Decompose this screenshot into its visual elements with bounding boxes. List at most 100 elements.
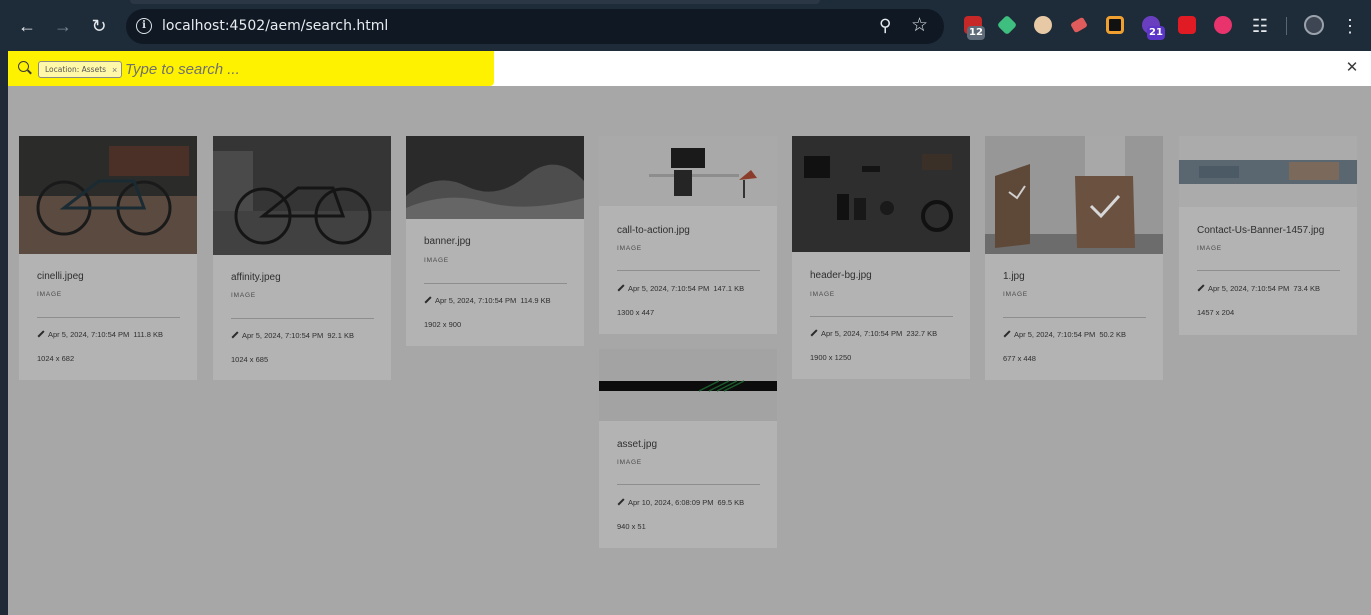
- asset-card[interactable]: 1.jpg IMAGE Apr 5, 2024, 7:10:54 PM 50.2…: [985, 136, 1163, 380]
- card-divider: [424, 283, 567, 284]
- rocks-image: [406, 136, 584, 219]
- ext-pink-icon[interactable]: [1214, 16, 1232, 34]
- asset-type: IMAGE: [424, 257, 449, 264]
- asset-meta: Apr 5, 2024, 7:10:54 PM 111.8 KB: [37, 330, 163, 339]
- pencil-icon: [617, 285, 624, 292]
- asset-title: asset.jpg: [617, 439, 658, 450]
- forward-arrow-icon[interactable]: →: [51, 14, 75, 38]
- asset-card[interactable]: banner.jpg IMAGE Apr 5, 2024, 7:10:54 PM…: [406, 136, 584, 346]
- office-desk-image: [599, 136, 777, 206]
- modified-date: Apr 5, 2024, 7:10:54 PM: [821, 329, 903, 338]
- asset-thumbnail: [213, 136, 391, 255]
- card-divider: [231, 318, 374, 319]
- asset-thumbnail: [406, 136, 584, 219]
- modified-date: Apr 5, 2024, 7:10:54 PM: [435, 296, 517, 305]
- ext-red-badge: 12: [967, 26, 985, 40]
- asset-card[interactable]: call-to-action.jpg IMAGE Apr 5, 2024, 7:…: [599, 136, 777, 334]
- card-divider: [37, 317, 180, 318]
- modified-date: Apr 5, 2024, 7:10:54 PM: [628, 284, 710, 293]
- asset-title: Contact-Us-Banner-1457.jpg: [1197, 225, 1325, 236]
- url-text[interactable]: localhost:4502/aem/search.html: [162, 18, 388, 34]
- asset-meta: Apr 5, 2024, 7:10:54 PM 147.1 KB: [617, 284, 744, 293]
- asset-dimensions: 1024 x 685: [231, 355, 269, 364]
- asset-meta: Apr 5, 2024, 7:10:54 PM 92.1 KB: [231, 331, 354, 340]
- asset-dimensions: 677 x 448: [1003, 354, 1036, 363]
- omnisearch-bar: Location: Assets × ✕: [8, 51, 1371, 86]
- ext-green-diamond-icon[interactable]: [996, 14, 1018, 36]
- reload-icon[interactable]: ↻: [87, 14, 111, 38]
- asset-type: IMAGE: [617, 459, 642, 466]
- contact-banner-image: [1179, 136, 1357, 207]
- back-arrow-icon[interactable]: ←: [15, 14, 39, 38]
- pencil-icon: [424, 297, 431, 304]
- file-size: 111.8 KB: [133, 330, 164, 339]
- file-size: 147.1 KB: [713, 284, 745, 293]
- modified-date: Apr 10, 2024, 6:08:09 PM: [628, 498, 714, 507]
- asset-thumbnail: [19, 136, 197, 254]
- pencil-icon: [810, 330, 817, 337]
- bicycle-image: [213, 136, 391, 255]
- adobe-icon[interactable]: [1178, 16, 1196, 34]
- asset-meta: Apr 10, 2024, 6:08:09 PM 69.5 KB: [617, 498, 744, 507]
- file-size: 50.2 KB: [1099, 330, 1126, 339]
- flatlay-items-image: [792, 136, 970, 252]
- asset-card[interactable]: cinelli.jpeg IMAGE Apr 5, 2024, 7:10:54 …: [19, 136, 197, 380]
- file-size: 232.7 KB: [906, 329, 938, 338]
- zoom-icon[interactable]: ⚲: [879, 16, 891, 36]
- pencil-icon: [617, 499, 624, 506]
- asset-type: IMAGE: [1003, 291, 1028, 298]
- site-info-icon[interactable]: i: [136, 18, 152, 34]
- profile-avatar-icon[interactable]: [1304, 15, 1324, 35]
- card-divider: [617, 484, 760, 485]
- asset-card[interactable]: affinity.jpeg IMAGE Apr 5, 2024, 7:10:54…: [213, 136, 391, 380]
- asset-type: IMAGE: [810, 291, 835, 298]
- search-input[interactable]: [125, 59, 475, 79]
- asset-dimensions: 1902 x 900: [424, 320, 462, 329]
- search-icon: [18, 61, 29, 72]
- ext-eraser-icon[interactable]: [1070, 16, 1088, 34]
- asset-title: 1.jpg: [1003, 271, 1025, 282]
- address-bar[interactable]: i localhost:4502/aem/search.html ⚲ ☆: [126, 9, 944, 44]
- bicycle-image: [19, 136, 197, 254]
- asset-title: cinelli.jpeg: [37, 271, 84, 282]
- modified-date: Apr 5, 2024, 7:10:54 PM: [1208, 284, 1290, 293]
- asset-dimensions: 940 x 51: [617, 522, 646, 531]
- asset-meta: Apr 5, 2024, 7:10:54 PM 232.7 KB: [810, 329, 937, 338]
- card-divider: [617, 270, 760, 271]
- asset-card[interactable]: Contact-Us-Banner-1457.jpg IMAGE Apr 5, …: [1179, 136, 1357, 335]
- asset-type: IMAGE: [231, 292, 256, 299]
- aem-search-page: Location: Assets × ✕ cinelli.jpeg IMAGE: [8, 51, 1371, 615]
- pencil-icon: [231, 332, 238, 339]
- asset-card[interactable]: header-bg.jpg IMAGE Apr 5, 2024, 7:10:54…: [792, 136, 970, 379]
- results-overlay: cinelli.jpeg IMAGE Apr 5, 2024, 7:10:54 …: [8, 86, 1371, 615]
- asset-title: call-to-action.jpg: [617, 225, 690, 236]
- ext-orange-ring-icon[interactable]: [1106, 16, 1124, 34]
- browser-toolbar: ← → ↻ i localhost:4502/aem/search.html ⚲…: [0, 0, 1371, 51]
- location-filter-tag[interactable]: Location: Assets ×: [38, 61, 123, 78]
- asset-thumbnail: [792, 136, 970, 252]
- remove-tag-icon[interactable]: ×: [112, 65, 117, 75]
- asset-thumbnail: [985, 136, 1163, 254]
- asset-thumbnail: [599, 349, 777, 421]
- asset-thumbnail: [1179, 136, 1357, 207]
- file-size: 73.4 KB: [1293, 284, 1320, 293]
- file-size: 69.5 KB: [717, 498, 745, 507]
- wooden-clocks-image: [985, 136, 1163, 254]
- asset-dimensions: 1457 x 204: [1197, 308, 1235, 317]
- close-search-icon[interactable]: ✕: [1344, 59, 1360, 77]
- extensions-puzzle-icon[interactable]: ☷: [1248, 14, 1272, 38]
- asset-type: IMAGE: [37, 291, 62, 298]
- toolbar-divider: [1286, 17, 1287, 35]
- asset-meta: Apr 5, 2024, 7:10:54 PM 114.9 KB: [424, 296, 551, 305]
- asset-dimensions: 1024 x 682: [37, 354, 75, 363]
- asset-card[interactable]: asset.jpg IMAGE Apr 10, 2024, 6:08:09 PM…: [599, 349, 777, 548]
- bookmark-star-icon[interactable]: ☆: [911, 14, 928, 37]
- card-divider: [1003, 317, 1146, 318]
- asset-title: header-bg.jpg: [810, 270, 872, 281]
- asset-dimensions: 1300 x 447: [617, 308, 655, 317]
- menu-kebab-icon[interactable]: ⋮: [1338, 14, 1362, 38]
- ext-owl-icon[interactable]: [1034, 16, 1052, 34]
- card-divider: [1197, 270, 1340, 271]
- file-size: 92.1 KB: [327, 331, 354, 340]
- card-divider: [810, 316, 953, 317]
